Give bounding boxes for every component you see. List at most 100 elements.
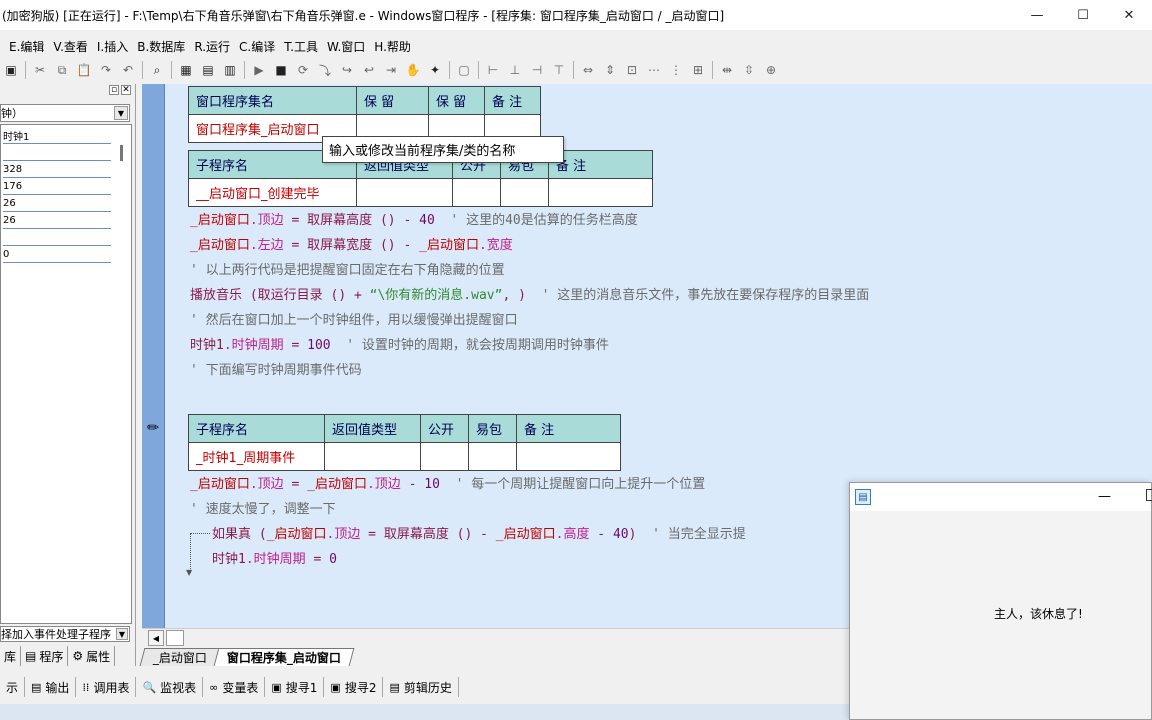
scroll-left-icon[interactable]: ◀ xyxy=(148,630,164,646)
menu-run[interactable]: R.运行 xyxy=(194,38,230,55)
layout1-icon[interactable]: ▦ xyxy=(175,60,197,80)
property-row[interactable]: 328 xyxy=(3,161,111,178)
sub2-public-cell[interactable] xyxy=(420,442,469,471)
menu-insert[interactable]: I.插入 xyxy=(97,38,128,55)
form-icon[interactable]: ▢ xyxy=(453,60,475,80)
step-icon[interactable]: ⟳ xyxy=(292,60,314,80)
sub2-note-cell[interactable] xyxy=(516,442,621,471)
sub1-return-cell[interactable] xyxy=(356,178,453,207)
event-combo[interactable]: 择加入事件处理子程序 ▼ xyxy=(0,626,130,642)
sub2-easypack-cell[interactable] xyxy=(468,442,517,471)
grid-icon[interactable]: ⊕ xyxy=(760,60,782,80)
debug-icon[interactable]: ✦ xyxy=(424,60,446,80)
reminder-popup-window[interactable]: ▤ — 主人，该休息了! xyxy=(849,482,1152,720)
layout2-icon[interactable]: ▤ xyxy=(197,60,219,80)
bottom-tool-variables[interactable]: ∞ 变量表 xyxy=(203,677,266,697)
same-size-icon[interactable]: ⊡ xyxy=(621,60,643,80)
vspace-icon[interactable]: ⋮ xyxy=(665,60,687,80)
sub1-note-cell[interactable] xyxy=(548,178,653,207)
run-icon[interactable]: ▶ xyxy=(248,60,270,80)
code-comment-line[interactable]: ' 下面编写时钟周期事件代码 xyxy=(190,361,362,381)
step-into-icon[interactable]: ⤵ xyxy=(314,60,336,80)
hspace-icon[interactable]: ⋯ xyxy=(643,60,665,80)
popup-maximize-button[interactable] xyxy=(1146,489,1152,501)
run-to-cursor-icon[interactable]: ⇥ xyxy=(380,60,402,80)
same-height-icon[interactable]: ⇕ xyxy=(599,60,621,80)
scroll-thumb[interactable] xyxy=(166,630,184,646)
chevron-down-icon[interactable]: ▼ xyxy=(116,628,128,640)
menu-database[interactable]: B.数据库 xyxy=(137,38,185,55)
menu-view[interactable]: V.查看 xyxy=(53,38,87,55)
popup-minimize-button[interactable]: — xyxy=(1098,489,1111,504)
paste-icon[interactable]: 📋 xyxy=(73,60,95,80)
code-line[interactable]: 如果真 (_启动窗口.顶边 = 取屏幕高度 () - _启动窗口.高度 - 40… xyxy=(212,525,746,545)
code-line[interactable]: 时钟1.时钟周期 = 100 ' 设置时钟的周期，就会按周期调用时钟事件 xyxy=(190,336,609,356)
bottom-tool-tip[interactable]: 示 xyxy=(0,677,26,697)
save-icon[interactable]: ▣ xyxy=(0,60,22,80)
align-right-icon[interactable]: ⊣ xyxy=(526,60,548,80)
property-row[interactable] xyxy=(3,144,111,161)
copy-icon[interactable]: ⧉ xyxy=(51,60,73,80)
tab-properties[interactable]: ⚙ 属性 xyxy=(68,646,116,666)
tab-order-icon[interactable]: ⇹ xyxy=(716,60,738,80)
step-out-icon[interactable]: ↩ xyxy=(358,60,380,80)
panel-close-icon[interactable]: ✕ xyxy=(121,85,131,95)
property-row[interactable]: 176 xyxy=(3,178,111,195)
bottom-tool-clip-history[interactable]: ▤ 剪辑历史 xyxy=(383,677,459,697)
code-line[interactable]: _启动窗口.顶边 = _启动窗口.顶边 - 10 ' 每一个周期让提醒窗口向上提… xyxy=(190,475,705,495)
sub2-name-cell[interactable]: _时钟1_周期事件 xyxy=(188,442,325,471)
hand-icon[interactable]: ✋ xyxy=(402,60,424,80)
property-list[interactable]: 时钟1 328 176 26 26 0 xyxy=(0,124,132,624)
code-line[interactable]: 时钟1.时钟周期 = 0 xyxy=(212,550,337,570)
property-row[interactable]: 26 xyxy=(3,212,111,229)
tab-program[interactable]: ▤ 程序 xyxy=(21,646,69,666)
code-line[interactable]: _启动窗口.左边 = 取屏幕宽度 () - _启动窗口.宽度 xyxy=(190,236,513,256)
bottom-tool-output[interactable]: ▤ 输出 xyxy=(25,677,77,697)
find-icon[interactable]: ⌕ xyxy=(146,60,168,80)
property-row[interactable] xyxy=(3,229,111,246)
code-comment-line[interactable]: ' 以上两行代码是把提醒窗口固定在右下角隐藏的位置 xyxy=(190,261,505,281)
tab-window-assembly[interactable]: 窗口程序集_启动窗口 xyxy=(213,648,355,666)
code-line[interactable]: _启动窗口.顶边 = 取屏幕高度 () - 40 ' 这里的40是估算的任务栏高… xyxy=(190,211,638,231)
menu-tools[interactable]: T.工具 xyxy=(284,38,318,55)
property-row[interactable]: 26 xyxy=(3,195,111,212)
maximize-button[interactable]: ☐ xyxy=(1060,0,1106,30)
component-combo[interactable]: 钟） ▼ xyxy=(0,104,130,122)
menu-window[interactable]: W.窗口 xyxy=(327,38,365,55)
step-over-icon[interactable]: ↪ xyxy=(336,60,358,80)
bottom-tool-callstack[interactable]: ⁞⁞ 调用表 xyxy=(76,677,137,697)
minimize-button[interactable]: — xyxy=(1014,0,1060,30)
sub1-easypack-cell[interactable] xyxy=(500,178,549,207)
same-width-icon[interactable]: ⇔ xyxy=(577,60,599,80)
sub1-public-cell[interactable] xyxy=(452,178,501,207)
tab-startup-window[interactable]: _启动窗口 xyxy=(139,648,221,666)
align-top-icon[interactable]: ⊤ xyxy=(548,60,570,80)
sub1-name-cell[interactable]: __启动窗口_创建完毕 xyxy=(188,178,357,207)
center-h-icon[interactable]: ⊞ xyxy=(687,60,709,80)
code-comment-line[interactable]: ' 速度太慢了，调整一下 xyxy=(190,500,336,520)
layout3-icon[interactable]: ▥ xyxy=(219,60,241,80)
property-row[interactable]: 0 xyxy=(3,246,111,263)
menu-help[interactable]: H.帮助 xyxy=(374,38,411,55)
code-line[interactable]: 播放音乐 (取运行目录 () + “\你有新的消息.wav”, ) ' 这里的消… xyxy=(190,286,869,306)
bottom-tool-search1[interactable]: ▣ 搜寻1 xyxy=(265,677,325,697)
undo-icon[interactable]: ↶ xyxy=(117,60,139,80)
stop-icon[interactable]: ■ xyxy=(270,60,292,80)
code-comment-line[interactable]: ' 然后在窗口加上一个时钟组件，用以缓慢弹出提醒窗口 xyxy=(190,311,518,331)
chevron-down-icon[interactable]: ▼ xyxy=(114,106,128,120)
sub2-return-cell[interactable] xyxy=(324,442,421,471)
list-scrollbar[interactable] xyxy=(120,145,123,161)
bottom-tool-watch[interactable]: 🔍 监视表 xyxy=(136,677,204,697)
align-left-icon[interactable]: ⊢ xyxy=(482,60,504,80)
redo-icon[interactable]: ↷ xyxy=(95,60,117,80)
bottom-tool-search2[interactable]: ▣ 搜寻2 xyxy=(324,677,384,697)
menu-edit[interactable]: E.编辑 xyxy=(9,38,44,55)
property-row[interactable]: 时钟1 xyxy=(3,127,111,144)
align-center-icon[interactable]: ⊥ xyxy=(504,60,526,80)
pin-icon[interactable]: ▫ xyxy=(109,85,119,95)
close-button[interactable]: ✕ xyxy=(1106,0,1152,30)
tab-library[interactable]: 库 xyxy=(0,646,22,666)
lock-icon[interactable]: ⇳ xyxy=(738,60,760,80)
cut-icon[interactable]: ✂ xyxy=(29,60,51,80)
menu-compile[interactable]: C.编译 xyxy=(239,38,275,55)
